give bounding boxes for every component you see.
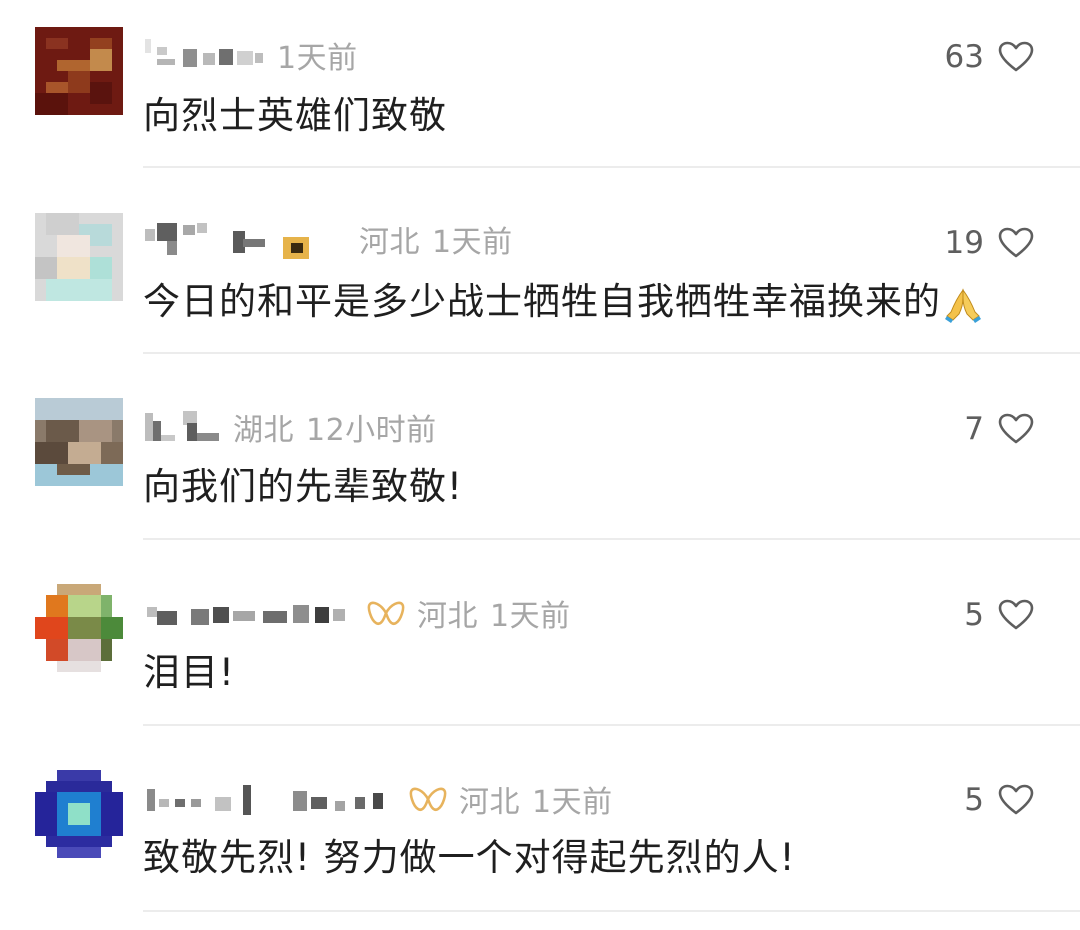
fan-badge-icon xyxy=(367,601,405,625)
username-blurred[interactable] xyxy=(143,593,355,633)
comment-meta: 河北 1天前 xyxy=(143,588,571,638)
divider xyxy=(143,538,1080,540)
comment-location: 河北 xyxy=(417,599,478,634)
heart-icon[interactable] xyxy=(998,227,1034,259)
username-blurred[interactable] xyxy=(143,779,397,819)
comment-item: 1天前 向烈士英雄们致敬 63 xyxy=(0,0,1080,186)
avatar[interactable] xyxy=(35,584,123,672)
comment-text-content: 今日的和平是多少战士牺牲自我牺牲幸福换来的 xyxy=(143,280,941,323)
comment-text[interactable]: 向烈士英雄们致敬 xyxy=(143,91,447,141)
comment-meta: 河北 1天前 xyxy=(143,774,613,824)
comment-item: 河北 1天前 泪目! 5 xyxy=(0,558,1080,744)
like-count: 5 xyxy=(964,782,984,818)
comment-text[interactable]: 向我们的先辈致敬! xyxy=(143,462,463,512)
comment-time: 1天前 xyxy=(490,599,571,634)
comment-text[interactable]: 致敬先烈! 努力做一个对得起先烈的人! xyxy=(143,833,795,883)
comment-time: 1天前 xyxy=(277,41,358,76)
comment-location: 河北 xyxy=(459,785,520,820)
like-count: 5 xyxy=(964,597,984,633)
comment-meta: 河北 1天前 xyxy=(143,214,513,264)
comment-location: 湖北 xyxy=(233,413,294,448)
divider xyxy=(143,910,1080,912)
comment-item: 河北 1天前 今日的和平是多少战士牺牲自我牺牲幸福换来的 19 xyxy=(0,186,1080,372)
username-blurred[interactable] xyxy=(143,217,311,261)
folded-hands-icon xyxy=(945,287,981,323)
like-count: 19 xyxy=(944,225,984,261)
avatar[interactable] xyxy=(35,770,123,858)
comment-text[interactable]: 今日的和平是多少战士牺牲自我牺牲幸福换来的 xyxy=(143,277,983,327)
divider xyxy=(143,724,1080,726)
like-count: 63 xyxy=(944,39,984,75)
username-blurred[interactable] xyxy=(143,407,221,447)
heart-icon[interactable] xyxy=(998,41,1034,73)
fan-badge-icon xyxy=(409,787,447,811)
like-count: 7 xyxy=(964,411,984,447)
avatar[interactable] xyxy=(35,398,123,486)
comment-item: 湖北 12小时前 向我们的先辈致敬! 7 xyxy=(0,372,1080,558)
comment-time: 1天前 xyxy=(532,785,613,820)
comment-meta: 1天前 xyxy=(143,30,358,80)
comment-location: 河北 xyxy=(359,225,420,260)
comment-text[interactable]: 泪目! xyxy=(143,648,235,698)
comment-meta: 湖北 12小时前 xyxy=(143,402,437,452)
heart-icon[interactable] xyxy=(998,784,1034,816)
comment-time: 1天前 xyxy=(432,225,513,260)
comment-item: 河北 1天前 致敬先烈! 努力做一个对得起先烈的人! 5 xyxy=(0,744,1080,930)
divider xyxy=(143,166,1080,168)
divider xyxy=(143,352,1080,354)
avatar[interactable] xyxy=(35,213,123,301)
heart-icon[interactable] xyxy=(998,413,1034,445)
username-blurred[interactable] xyxy=(143,35,265,75)
heart-icon[interactable] xyxy=(998,599,1034,631)
avatar[interactable] xyxy=(35,27,123,115)
comment-time: 12小时前 xyxy=(306,413,437,448)
